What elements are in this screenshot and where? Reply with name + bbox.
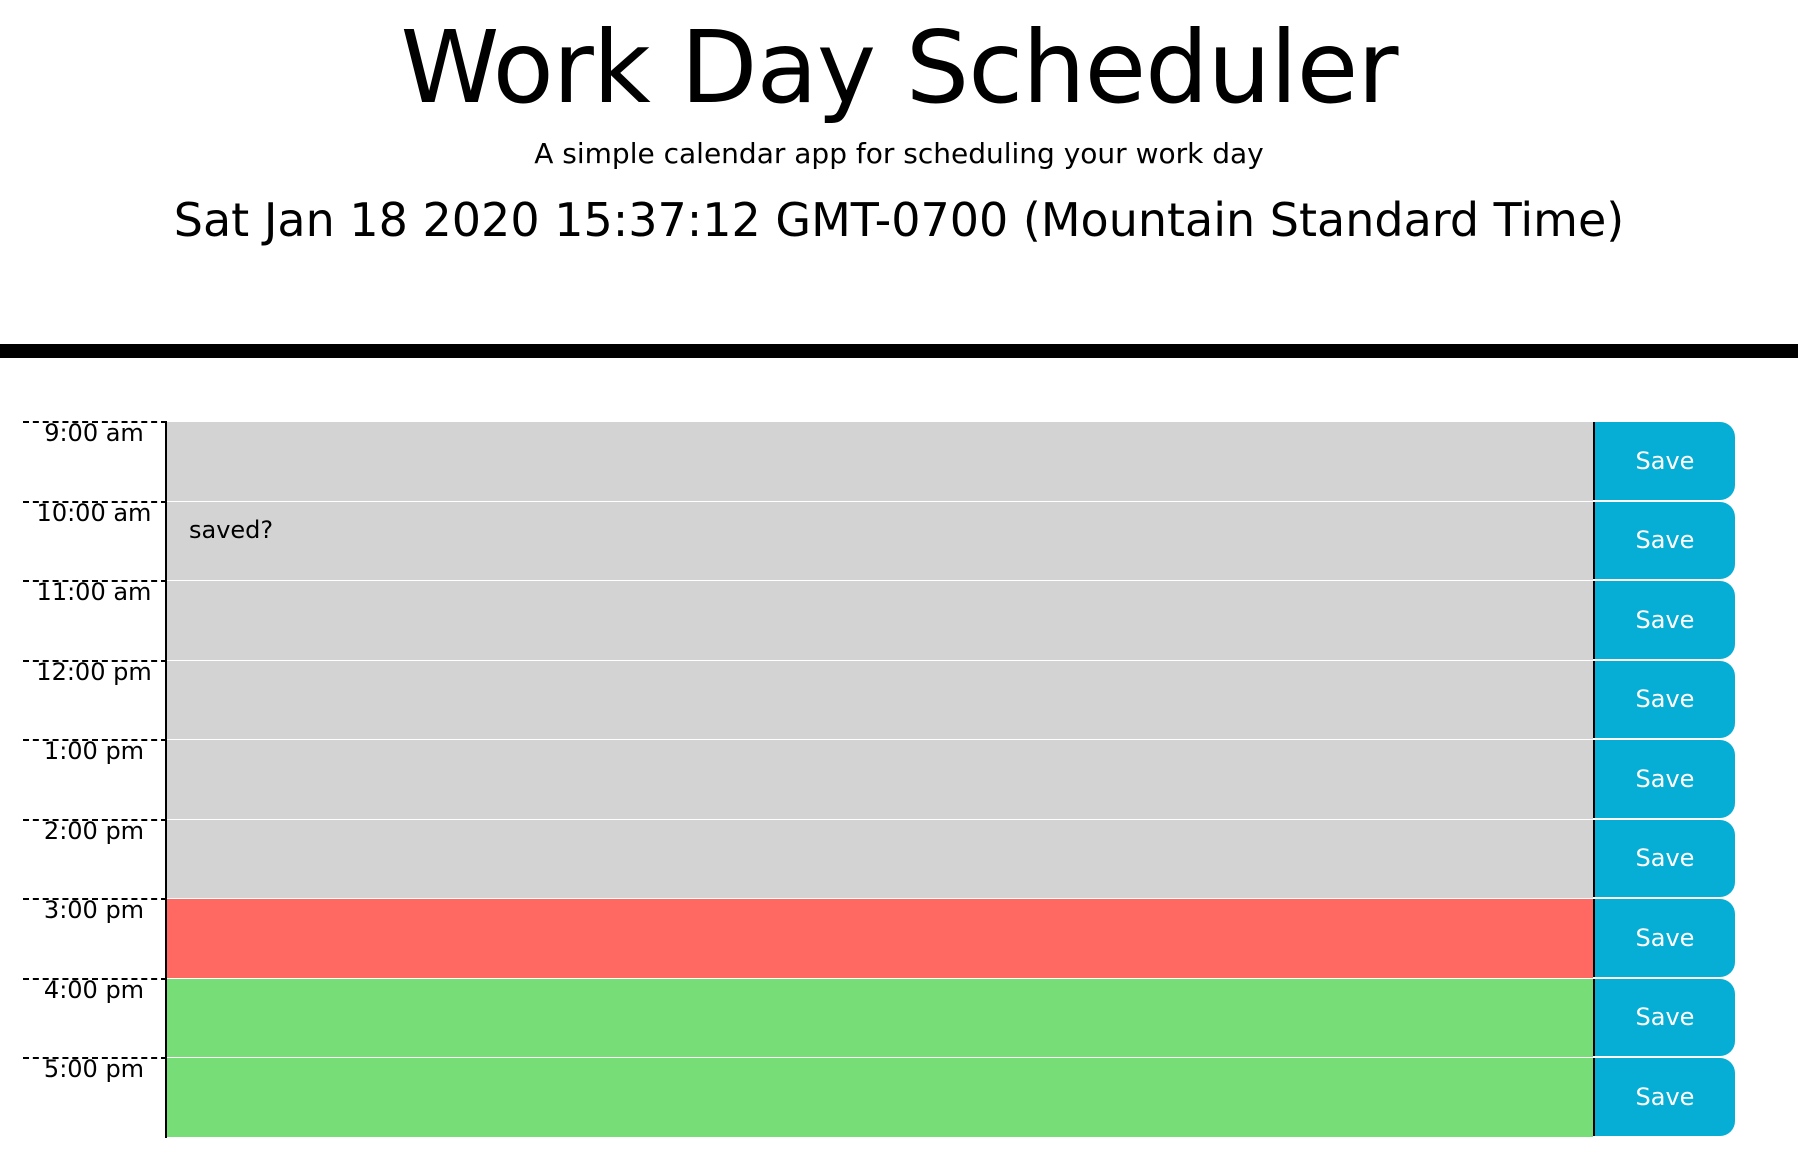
time-block-row: 2:00 pm Save	[23, 816, 1735, 899]
hour-label: 11:00 am	[23, 580, 167, 661]
hour-label-text: 1:00 pm	[43, 737, 145, 765]
time-block-row: 3:00 pm Save	[23, 898, 1735, 979]
hour-label: 1:00 pm	[23, 739, 167, 820]
page-title: Work Day Scheduler	[400, 9, 1399, 126]
hour-label-text: 4:00 pm	[43, 975, 145, 1004]
time-block-row: 1:00 pm Save	[23, 739, 1735, 820]
time-block-row: 9:00 am Save	[23, 421, 1735, 502]
event-description-input[interactable]	[167, 422, 1593, 502]
time-block-row: 11:00 am Save	[23, 580, 1735, 661]
save-button[interactable]: Save	[1593, 422, 1735, 500]
hour-label-text: 9:00 am	[44, 419, 144, 447]
hour-label-text: 10:00 am	[36, 498, 152, 527]
time-block-row: 10:00 am saved? Save	[23, 498, 1735, 581]
hour-label-text: 2:00 pm	[43, 816, 145, 845]
save-button[interactable]: Save	[1593, 660, 1735, 738]
hour-label: 10:00 am	[23, 498, 167, 581]
save-button[interactable]: Save	[1593, 501, 1735, 579]
event-description-input[interactable]	[167, 740, 1593, 820]
time-block-row: 5:00 pm Save	[23, 1057, 1735, 1138]
hour-label-text: 12:00 pm	[36, 657, 152, 686]
event-description-input[interactable]	[167, 899, 1593, 979]
event-description-input[interactable]	[167, 660, 1593, 740]
time-block-row: 12:00 pm Save	[23, 657, 1735, 740]
save-button[interactable]: Save	[1593, 1058, 1735, 1136]
event-description-input[interactable]	[167, 581, 1593, 661]
hour-label-text: 5:00 pm	[43, 1055, 145, 1083]
current-day: Sat Jan 18 2020 15:37:12 GMT-0700 (Mount…	[173, 193, 1625, 247]
hour-label: 5:00 pm	[23, 1057, 167, 1138]
time-block-row: 4:00 pm Save	[23, 975, 1735, 1058]
hour-label: 12:00 pm	[23, 657, 167, 740]
hour-label-text: 11:00 am	[36, 578, 152, 606]
header: Work Day Scheduler A simple calendar app…	[0, 0, 1798, 358]
time-block-list: 9:00 am Save 10:00 am saved? Save 11:00 am Sav…	[23, 421, 1735, 1138]
save-button[interactable]: Save	[1593, 899, 1735, 977]
hour-label: 4:00 pm	[23, 975, 167, 1058]
save-button[interactable]: Save	[1593, 740, 1735, 818]
event-description-input[interactable]	[167, 1058, 1593, 1138]
save-button[interactable]: Save	[1593, 581, 1735, 659]
event-description-input[interactable]	[167, 819, 1593, 899]
event-description-input[interactable]: saved?	[167, 501, 1593, 581]
page-subtitle: A simple calendar app for scheduling you…	[534, 137, 1264, 170]
event-description-input[interactable]	[167, 978, 1593, 1058]
hour-label: 3:00 pm	[23, 898, 167, 979]
save-button[interactable]: Save	[1593, 978, 1735, 1056]
hour-label-text: 3:00 pm	[43, 896, 145, 924]
hour-label: 2:00 pm	[23, 816, 167, 899]
hour-label: 9:00 am	[23, 421, 167, 502]
save-button[interactable]: Save	[1593, 819, 1735, 897]
